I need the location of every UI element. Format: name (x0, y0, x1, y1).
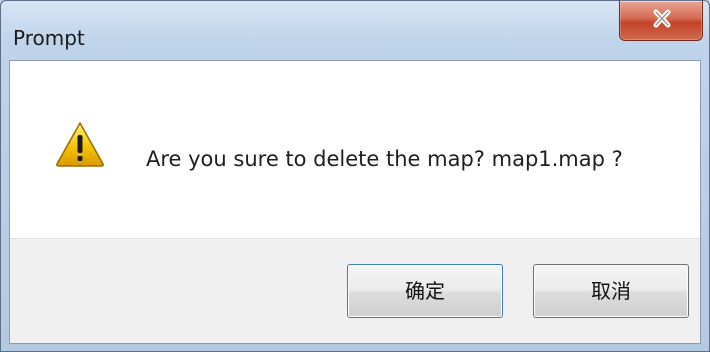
message-area: Are you sure to delete the map? map1.map… (10, 61, 700, 238)
close-button[interactable] (619, 1, 703, 41)
dialog-body: Are you sure to delete the map? map1.map… (9, 60, 701, 344)
window-title: Prompt (13, 26, 85, 50)
prompt-dialog: Prompt Are you sure to delete the map? m… (0, 0, 710, 352)
title-bar[interactable]: Prompt (1, 1, 709, 61)
ok-button[interactable]: 确定 (347, 264, 503, 318)
close-icon (653, 9, 671, 28)
button-bar: 确定 取消 (10, 238, 700, 343)
cancel-button[interactable]: 取消 (533, 264, 689, 318)
message-text: Are you sure to delete the map? map1.map… (146, 147, 623, 171)
warning-icon (56, 122, 104, 167)
